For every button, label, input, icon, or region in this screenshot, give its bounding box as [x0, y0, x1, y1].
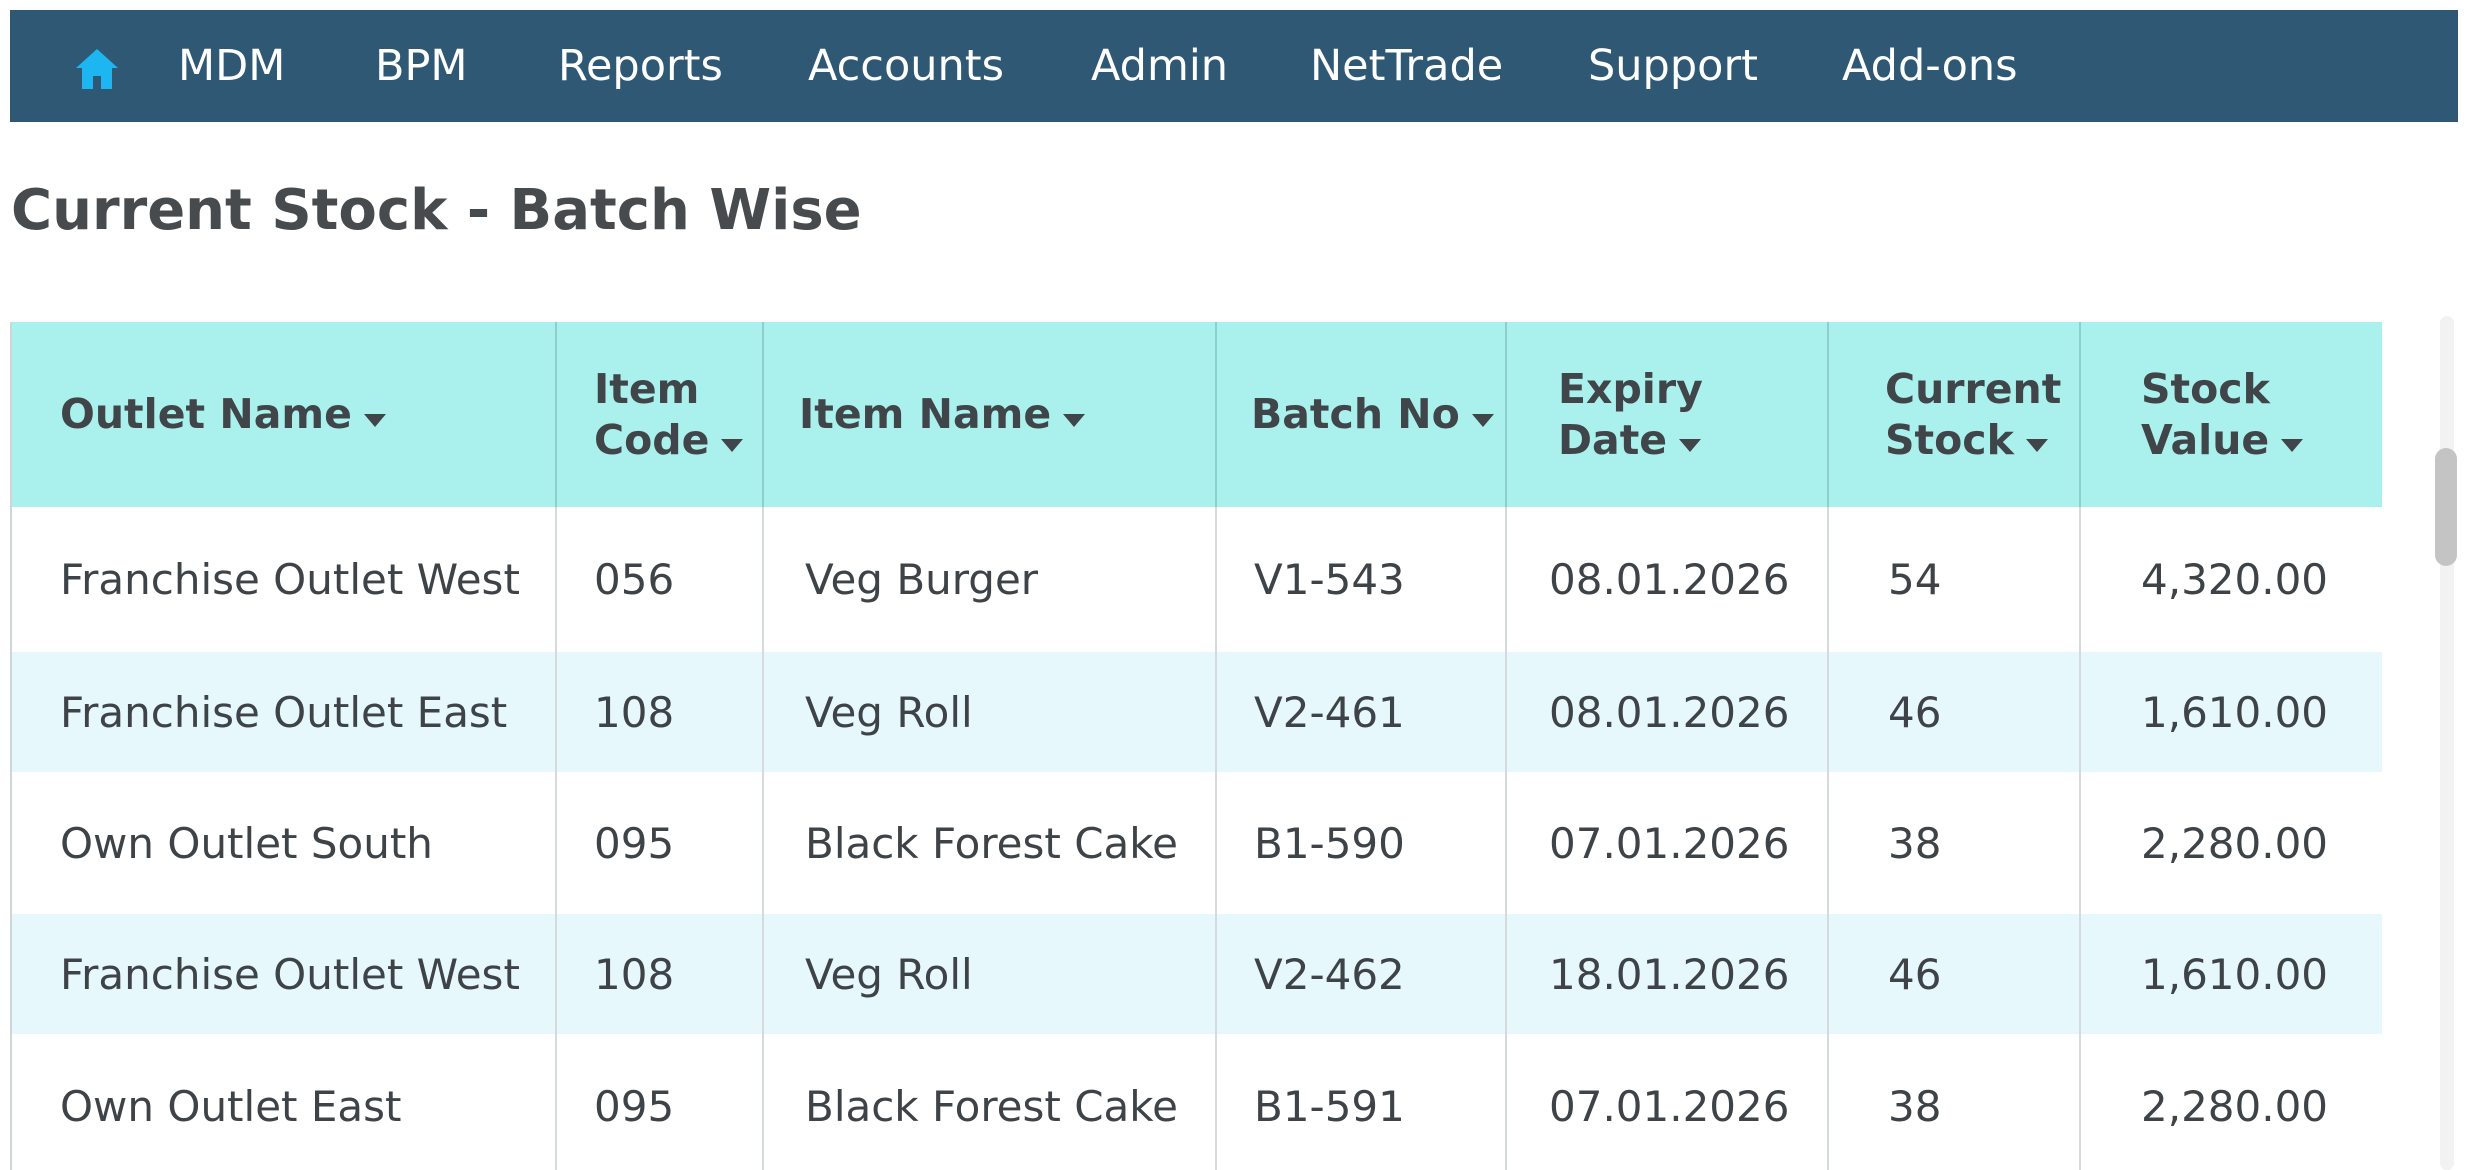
column-header-outlet-name[interactable]: Outlet Name: [12, 322, 557, 507]
cell-expiry-date: 07.01.2026: [1506, 1034, 1829, 1170]
header-label: Expiry: [1558, 365, 1703, 414]
cell-expiry-date: 08.01.2026: [1506, 652, 1829, 772]
cell-expiry-date: 18.01.2026: [1506, 914, 1829, 1034]
header-label: Code: [594, 415, 710, 464]
cell-item-code: 095: [556, 1034, 764, 1170]
column-header-item-code[interactable]: Item Code: [556, 322, 764, 507]
caret-down-icon[interactable]: [721, 438, 744, 452]
cell-current-stock: 54: [1828, 507, 2081, 652]
cell-batch-no: V2-462: [1216, 914, 1507, 1034]
cell-batch-no: V2-461: [1216, 652, 1507, 772]
table-row[interactable]: Franchise Outlet West 056 Veg Burger V1-…: [12, 507, 2382, 652]
caret-down-icon[interactable]: [363, 413, 386, 427]
table-header-row: Outlet Name Item Code Item Name Batch No…: [12, 322, 2382, 507]
caret-down-icon[interactable]: [1679, 438, 1702, 452]
stock-table: Outlet Name Item Code Item Name Batch No…: [12, 322, 2382, 1170]
cell-item-code: 108: [556, 914, 764, 1034]
vertical-scrollbar-thumb[interactable]: [2435, 448, 2457, 566]
nav-item-add-ons[interactable]: Add-ons: [1842, 10, 2018, 122]
cell-batch-no: V1-543: [1216, 507, 1507, 652]
page-title: Current Stock - Batch Wise: [11, 178, 862, 243]
cell-item-code: 056: [556, 507, 764, 652]
cell-outlet-name: Franchise Outlet East: [12, 652, 557, 772]
nav-item-admin[interactable]: Admin: [1091, 10, 1228, 122]
nav-item-accounts[interactable]: Accounts: [808, 10, 1004, 122]
header-label: Current: [1885, 365, 2062, 414]
cell-current-stock: 46: [1828, 652, 2081, 772]
cell-item-name: Black Forest Cake: [763, 772, 1217, 914]
cell-stock-value: 1,610.00: [2080, 652, 2382, 772]
header-label: Batch No: [1251, 390, 1460, 439]
nav-item-mdm[interactable]: MDM: [178, 10, 285, 122]
column-header-stock-value[interactable]: Stock Value: [2080, 322, 2382, 507]
cell-current-stock: 46: [1828, 914, 2081, 1034]
caret-down-icon[interactable]: [2025, 438, 2048, 452]
cell-current-stock: 38: [1828, 1034, 2081, 1170]
stock-table-container: Outlet Name Item Code Item Name Batch No…: [10, 322, 2382, 1170]
caret-down-icon[interactable]: [1471, 413, 1494, 427]
caret-down-icon[interactable]: [1063, 413, 1086, 427]
column-header-current-stock[interactable]: Current Stock: [1828, 322, 2081, 507]
cell-stock-value: 2,280.00: [2080, 772, 2382, 914]
nav-item-bpm[interactable]: BPM: [375, 10, 468, 122]
cell-item-name: Veg Burger: [763, 507, 1217, 652]
column-header-batch-no[interactable]: Batch No: [1216, 322, 1507, 507]
column-header-item-name[interactable]: Item Name: [763, 322, 1217, 507]
cell-item-code: 108: [556, 652, 764, 772]
cell-batch-no: B1-590: [1216, 772, 1507, 914]
home-button[interactable]: [64, 40, 130, 98]
cell-stock-value: 2,280.00: [2080, 1034, 2382, 1170]
header-label: Stock: [2141, 365, 2270, 414]
home-icon: [76, 49, 118, 89]
cell-expiry-date: 08.01.2026: [1506, 507, 1829, 652]
cell-outlet-name: Own Outlet East: [12, 1034, 557, 1170]
header-label: Date: [1558, 415, 1668, 464]
vertical-scrollbar-track[interactable]: [2440, 316, 2454, 1170]
cell-current-stock: 38: [1828, 772, 2081, 914]
header-label: Value: [2141, 415, 2270, 464]
column-header-expiry-date[interactable]: Expiry Date: [1506, 322, 1829, 507]
cell-outlet-name: Franchise Outlet West: [12, 507, 557, 652]
cell-outlet-name: Franchise Outlet West: [12, 914, 557, 1034]
cell-stock-value: 4,320.00: [2080, 507, 2382, 652]
table-row[interactable]: Franchise Outlet East 108 Veg Roll V2-46…: [12, 652, 2382, 772]
cell-stock-value: 1,610.00: [2080, 914, 2382, 1034]
table-row[interactable]: Franchise Outlet West 108 Veg Roll V2-46…: [12, 914, 2382, 1034]
cell-item-name: Black Forest Cake: [763, 1034, 1217, 1170]
header-label: Item: [594, 365, 700, 414]
header-label: Item Name: [799, 390, 1052, 439]
table-row[interactable]: Own Outlet East 095 Black Forest Cake B1…: [12, 1034, 2382, 1170]
top-navigation-bar: MDM BPM Reports Accounts Admin NetTrade …: [10, 10, 2458, 122]
header-label: Outlet Name: [60, 390, 352, 439]
cell-item-name: Veg Roll: [763, 652, 1217, 772]
cell-outlet-name: Own Outlet South: [12, 772, 557, 914]
nav-item-support[interactable]: Support: [1588, 10, 1758, 122]
cell-item-code: 095: [556, 772, 764, 914]
header-label: Stock: [1885, 415, 2014, 464]
caret-down-icon[interactable]: [2281, 438, 2304, 452]
cell-item-name: Veg Roll: [763, 914, 1217, 1034]
cell-batch-no: B1-591: [1216, 1034, 1507, 1170]
cell-expiry-date: 07.01.2026: [1506, 772, 1829, 914]
nav-item-nettrade[interactable]: NetTrade: [1310, 10, 1503, 122]
table-row[interactable]: Own Outlet South 095 Black Forest Cake B…: [12, 772, 2382, 914]
nav-item-reports[interactable]: Reports: [558, 10, 723, 122]
